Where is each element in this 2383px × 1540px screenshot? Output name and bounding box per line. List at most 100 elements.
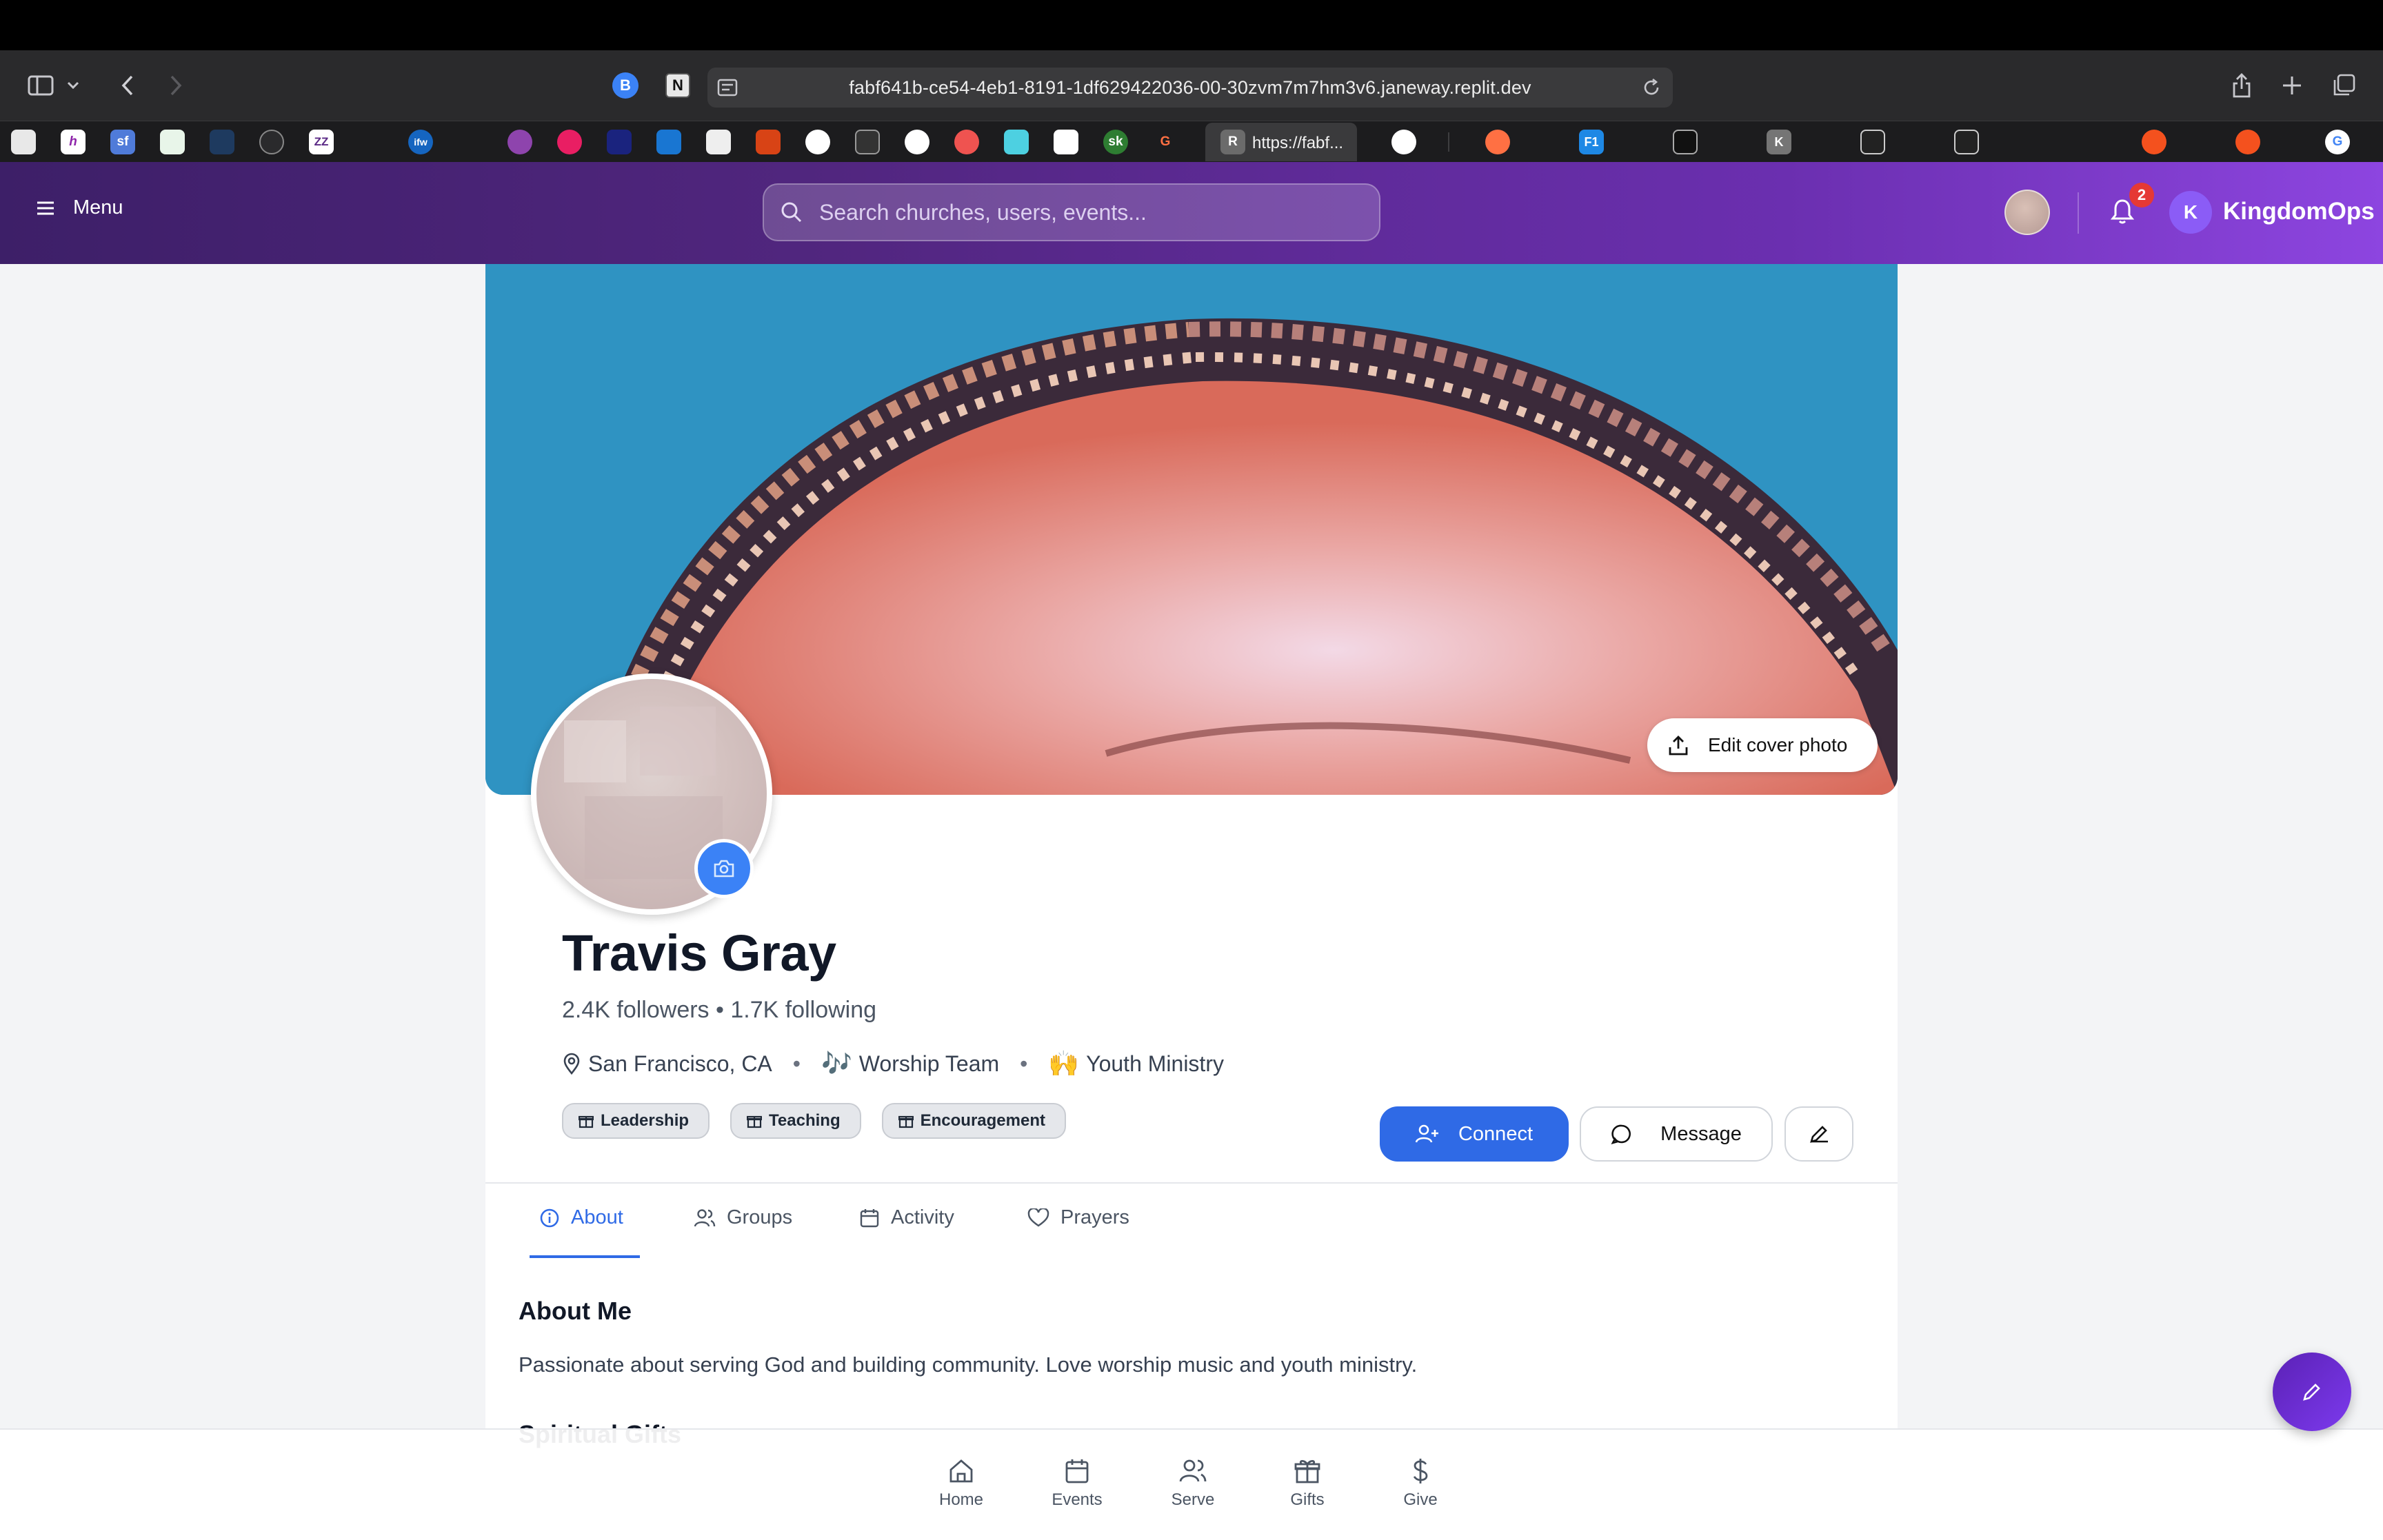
favicon-10[interactable] xyxy=(458,130,483,154)
new-tab-icon[interactable] xyxy=(2272,65,2312,105)
replit-favicon: R xyxy=(1220,130,1245,154)
menu-label: Menu xyxy=(73,196,123,219)
tab-icon-9[interactable] xyxy=(2142,130,2166,154)
message-icon xyxy=(1611,1124,1631,1145)
url-text[interactable]: fabf641b-ce54-4eb1-8191-1df629422036-00-… xyxy=(707,77,1673,99)
back-icon[interactable] xyxy=(108,65,148,105)
heart-icon xyxy=(1027,1208,1049,1226)
sidebar-toggle-icon[interactable] xyxy=(21,65,61,105)
address-bar[interactable]: fabf641b-ce54-4eb1-8191-1df629422036-00-… xyxy=(707,68,1673,108)
favicon-6[interactable] xyxy=(259,130,284,154)
connect-button[interactable]: Connect xyxy=(1380,1106,1569,1162)
favicon-17[interactable] xyxy=(805,130,830,154)
notification-badge: 2 xyxy=(2129,183,2154,207)
tab-icon-7[interactable] xyxy=(1954,130,1979,154)
nav-gifts[interactable]: Gifts xyxy=(1266,1457,1349,1510)
tab-activity[interactable]: Activity xyxy=(859,1206,954,1229)
reload-icon[interactable] xyxy=(1641,77,1662,98)
tab-groups[interactable]: Groups xyxy=(694,1206,792,1229)
chevron-down-icon[interactable] xyxy=(59,65,87,105)
favicon-18[interactable] xyxy=(855,130,880,154)
app-header: Menu 2 K KingdomOps xyxy=(0,162,2383,264)
favicon-22[interactable] xyxy=(1054,130,1078,154)
user-avatar[interactable] xyxy=(2004,190,2050,235)
favicon-3[interactable]: sf xyxy=(110,130,135,154)
tab-icon-3[interactable]: F1 xyxy=(1579,130,1604,154)
nav-label: Home xyxy=(938,1490,984,1509)
favicon-2[interactable]: h xyxy=(61,130,86,154)
favicon-20[interactable] xyxy=(954,130,979,154)
tab-prayers[interactable]: Prayers xyxy=(1027,1206,1129,1229)
gift-chip-encouragement[interactable]: Encouragement xyxy=(881,1103,1066,1139)
favicon-23[interactable]: sk xyxy=(1103,130,1128,154)
brand-avatar[interactable]: K xyxy=(2169,191,2212,234)
favicon-7[interactable]: ZZ xyxy=(309,130,334,154)
nav-events[interactable]: Events xyxy=(1036,1457,1118,1510)
favicon-1[interactable] xyxy=(11,130,36,154)
tab-about[interactable]: About xyxy=(539,1206,623,1229)
nav-home[interactable]: Home xyxy=(920,1457,1003,1510)
tab-icon-6[interactable] xyxy=(1860,130,1885,154)
brand-name[interactable]: KingdomOps xyxy=(2223,198,2375,225)
active-browser-tab[interactable]: R https://fabf... xyxy=(1205,123,1357,161)
favicon-21[interactable] xyxy=(1004,130,1029,154)
menu-button[interactable]: Menu xyxy=(36,196,123,219)
change-avatar-button[interactable] xyxy=(694,839,754,898)
upload-icon xyxy=(1669,736,1688,756)
music-notes-icon: 🎶 xyxy=(821,1049,852,1077)
favicon-13[interactable] xyxy=(607,130,632,154)
favicon-12[interactable] xyxy=(557,130,582,154)
search-bar[interactable] xyxy=(763,183,1380,241)
camera-icon xyxy=(714,860,734,878)
gift-icon xyxy=(747,1115,763,1128)
nav-label: Give xyxy=(1403,1490,1438,1509)
tab-label: Activity xyxy=(891,1206,954,1228)
google-tab-icon[interactable]: G xyxy=(2325,130,2350,154)
favicon-16[interactable] xyxy=(756,130,781,154)
forward-icon[interactable] xyxy=(156,65,196,105)
favicon-5[interactable] xyxy=(210,130,234,154)
favicon-24[interactable]: G xyxy=(1153,130,1178,154)
menu-bar-area xyxy=(0,0,2383,50)
pencil-icon xyxy=(1810,1126,1828,1143)
compose-fab-button[interactable] xyxy=(2273,1352,2351,1431)
extension-b-icon[interactable]: B xyxy=(605,65,645,105)
chatgpt-tab-icon[interactable] xyxy=(1391,130,1416,154)
tab-icon-4[interactable] xyxy=(1673,130,1698,154)
tab-separator xyxy=(1448,132,1449,152)
gift-chip-label: Encouragement xyxy=(920,1111,1045,1130)
favicon-4[interactable] xyxy=(160,130,185,154)
gift-chip-leadership[interactable]: Leadership xyxy=(562,1103,710,1139)
favicon-8[interactable] xyxy=(359,130,383,154)
tab-overview-icon[interactable] xyxy=(2324,65,2364,105)
edit-profile-button[interactable] xyxy=(1784,1106,1853,1162)
tab-icon-8[interactable] xyxy=(2048,130,2073,154)
tab-icon-10[interactable] xyxy=(2235,130,2260,154)
nav-serve[interactable]: Serve xyxy=(1152,1457,1234,1510)
info-icon xyxy=(540,1208,559,1227)
tab-icon-2[interactable] xyxy=(1485,130,1510,154)
map-pin-icon xyxy=(563,1053,580,1075)
gift-chip-label: Teaching xyxy=(769,1111,841,1130)
favicon-15[interactable] xyxy=(706,130,731,154)
favicon-14[interactable] xyxy=(656,130,681,154)
profile-name: Travis Gray xyxy=(562,924,836,982)
favicon-9[interactable]: ifw xyxy=(408,130,433,154)
search-input[interactable] xyxy=(819,199,1357,226)
nav-give[interactable]: Give xyxy=(1379,1457,1462,1510)
favicon-11[interactable] xyxy=(507,130,532,154)
notion-extension-icon[interactable]: N xyxy=(658,65,698,105)
share-icon[interactable] xyxy=(2222,65,2262,105)
gift-chip-teaching[interactable]: Teaching xyxy=(730,1103,861,1139)
header-divider xyxy=(2078,192,2079,234)
tab-label: Prayers xyxy=(1060,1206,1129,1228)
bookmarks-tab-strip: h sf ZZ ifw sk G R https://fabf... F1 K … xyxy=(0,121,2383,162)
meta-separator: • xyxy=(1020,1051,1028,1076)
tab-icon-5[interactable]: K xyxy=(1767,130,1791,154)
message-button[interactable]: Message xyxy=(1580,1106,1773,1162)
bottom-navigation: Home Events Serve Gifts Give xyxy=(0,1428,2383,1540)
edit-cover-photo-button[interactable]: Edit cover photo xyxy=(1647,718,1878,772)
favicon-19[interactable] xyxy=(905,130,929,154)
follow-stats[interactable]: 2.4K followers • 1.7K following xyxy=(562,997,876,1024)
tab-label: About xyxy=(571,1206,623,1228)
